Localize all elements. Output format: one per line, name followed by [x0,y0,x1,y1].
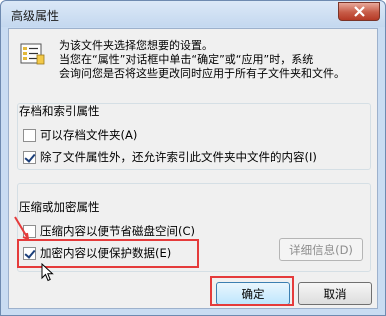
title-bar[interactable]: 高级属性 [1,1,385,27]
advanced-attributes-dialog: 高级属性 为该文件夹选择您想要的设置。 当您在“属性”对话框中单击“确定”或“应… [0,0,386,316]
index-checkbox-label: 除了文件属性外，还允许索引此文件夹中文件的内容(I) [40,150,317,164]
index-checkbox-row[interactable]: 除了文件属性外，还允许索引此文件夹中文件的内容(I) [23,149,317,165]
compress-encrypt-group-title: 压缩或加密属性 [19,200,100,214]
info-line: 会询问您是否将这些更改同时应用于所有子文件夹和文件。 [59,67,345,80]
encrypt-checkbox-row[interactable]: 加密内容以便保护数据(E) [23,245,171,261]
info-line: 为该文件夹选择您想要的设置。 [59,39,213,52]
compress-checkbox-label: 压缩内容以便节省磁盘空间(C) [40,224,196,238]
folder-properties-icon [20,43,45,65]
index-checkbox[interactable] [23,150,36,164]
info-line: 当您在“属性”对话框中单击“确定”或“应用”时，系统 [59,53,314,66]
ok-button[interactable]: 确定 [216,282,290,305]
archive-checkbox-row[interactable]: 可以存档文件夹(A) [23,127,137,143]
info-text: 为该文件夹选择您想要的设置。 当您在“属性”对话框中单击“确定”或“应用”时，系… [59,39,371,81]
encrypt-checkbox[interactable] [23,246,36,260]
close-button[interactable] [338,2,380,21]
encrypt-checkbox-label: 加密内容以便保护数据(E) [40,246,172,260]
compress-checkbox[interactable] [23,224,36,238]
mouse-cursor-icon [41,263,54,282]
details-button[interactable]: 详细信息(D) [279,238,363,261]
close-icon [353,6,365,17]
cancel-button[interactable]: 取消 [298,282,372,305]
dialog-body: 为该文件夹选择您想要的设置。 当您在“属性”对话框中单击“确定”或“应用”时，系… [8,28,378,309]
archive-checkbox[interactable] [23,128,36,142]
archive-checkbox-label: 可以存档文件夹(A) [40,128,138,142]
compress-checkbox-row[interactable]: 压缩内容以便节省磁盘空间(C) [23,223,195,239]
archive-index-group-title: 存档和索引属性 [19,104,100,118]
dialog-title: 高级属性 [11,9,60,23]
